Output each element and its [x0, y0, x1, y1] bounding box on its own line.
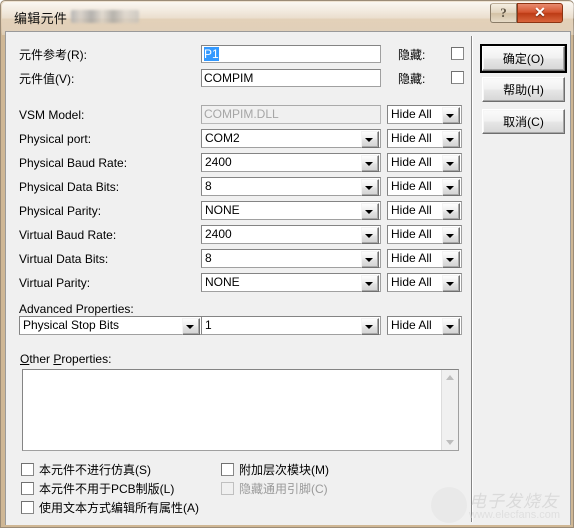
component-value-label: 元件值(V): — [19, 72, 75, 86]
property-value-text-5: 2400 — [205, 227, 232, 241]
checkbox-edit-all-as-text[interactable] — [21, 501, 34, 514]
property-value-combo-6[interactable]: 8 — [201, 249, 381, 268]
chevron-down-icon[interactable] — [442, 107, 460, 124]
property-value-text-4: NONE — [205, 203, 240, 217]
property-label-0: VSM Model: — [19, 108, 85, 122]
property-hide-text-5: Hide All — [391, 227, 432, 241]
hide-label-reference: 隐藏: — [398, 48, 426, 62]
hide-checkbox-value[interactable] — [451, 71, 464, 84]
chevron-down-icon[interactable] — [442, 318, 460, 335]
property-hide-combo-4[interactable]: Hide All — [387, 201, 462, 220]
advanced-property-hide-combo[interactable]: Hide All — [387, 316, 462, 335]
dialog-window: 编辑元件 ? ✕ 元件参考(R): P1 隐藏: 元件值(V): COMPIM … — [0, 0, 574, 528]
scroll-up-arrow-icon[interactable] — [442, 370, 458, 386]
window-title: 编辑元件 — [14, 11, 68, 26]
property-hide-text-1: Hide All — [391, 131, 432, 145]
property-value-text-7: NONE — [205, 275, 240, 289]
property-hide-combo-0[interactable]: Hide All — [387, 105, 462, 124]
property-label-1: Physical port: — [19, 132, 92, 146]
property-label-2: Physical Baud Rate: — [19, 156, 128, 170]
property-value-combo-1[interactable]: COM2 — [201, 129, 381, 148]
chevron-down-icon[interactable] — [361, 203, 379, 220]
chevron-down-icon[interactable] — [442, 155, 460, 172]
chevron-down-icon[interactable] — [182, 318, 200, 335]
panel-divider-highlight — [472, 36, 473, 522]
property-hide-combo-5[interactable]: Hide All — [387, 225, 462, 244]
checkbox-label-no-pcb: 本元件不用于PCB制版(L) — [39, 482, 175, 496]
cancel-button[interactable]: 取消(C) — [482, 109, 565, 134]
advanced-property-name-combo[interactable]: Physical Stop Bits — [19, 316, 202, 335]
property-label-6: Virtual Data Bits: — [19, 252, 109, 266]
component-reference-label: 元件参考(R): — [19, 48, 87, 62]
chevron-down-icon[interactable] — [442, 275, 460, 292]
component-reference-value: P1 — [204, 47, 219, 61]
property-value-combo-5[interactable]: 2400 — [201, 225, 381, 244]
property-value-combo-7[interactable]: NONE — [201, 273, 381, 292]
property-hide-text-7: Hide All — [391, 275, 432, 289]
property-hide-text-2: Hide All — [391, 155, 432, 169]
chevron-down-icon[interactable] — [442, 131, 460, 148]
property-value-text-6: 8 — [205, 251, 212, 265]
property-value-text-2: 2400 — [205, 155, 232, 169]
property-value-combo-3[interactable]: 8 — [201, 177, 381, 196]
advanced-property-value-text: 1 — [205, 318, 212, 332]
chevron-down-icon[interactable] — [442, 227, 460, 244]
close-window-button[interactable]: ✕ — [517, 3, 563, 23]
property-hide-text-3: Hide All — [391, 179, 432, 193]
advanced-property-hide-text: Hide All — [391, 318, 432, 332]
title-bar[interactable]: 编辑元件 ? ✕ — [1, 1, 574, 35]
property-hide-combo-3[interactable]: Hide All — [387, 177, 462, 196]
other-properties-textarea[interactable] — [22, 369, 459, 451]
property-hide-combo-1[interactable]: Hide All — [387, 129, 462, 148]
property-value-text-3: 8 — [205, 179, 212, 193]
other-properties-scrollbar[interactable] — [441, 370, 458, 450]
checkbox-label-hide-common-pins: 隐藏通用引脚(C) — [239, 482, 328, 496]
chevron-down-icon[interactable] — [442, 179, 460, 196]
checkbox-label-no-simulate: 本元件不进行仿真(S) — [39, 463, 151, 477]
help-button[interactable]: 帮助(H) — [482, 77, 565, 102]
checkbox-no-pcb[interactable] — [21, 482, 34, 495]
help-titlebar-button[interactable]: ? — [490, 3, 517, 23]
checkbox-label-edit-all-as-text: 使用文本方式编辑所有属性(A) — [39, 501, 199, 515]
property-hide-combo-2[interactable]: Hide All — [387, 153, 462, 172]
advanced-property-value-combo[interactable]: 1 — [201, 316, 381, 335]
scroll-down-arrow-icon[interactable] — [442, 434, 458, 450]
hide-label-value: 隐藏: — [398, 72, 426, 86]
chevron-down-icon[interactable] — [361, 275, 379, 292]
checkbox-attach-hierarchy-module[interactable] — [221, 463, 234, 476]
checkbox-label-attach-hierarchy-module: 附加层次模块(M) — [239, 463, 329, 477]
property-hide-text-0: Hide All — [391, 107, 432, 121]
chevron-down-icon[interactable] — [361, 318, 379, 335]
chevron-down-icon[interactable] — [361, 155, 379, 172]
checkbox-hide-common-pins — [221, 482, 234, 495]
component-value-input[interactable]: COMPIM — [201, 69, 381, 87]
property-value-0: COMPIM.DLL — [201, 105, 381, 124]
redacted-title-suffix — [71, 10, 139, 23]
chevron-down-icon[interactable] — [442, 203, 460, 220]
property-hide-combo-6[interactable]: Hide All — [387, 249, 462, 268]
other-properties-label: Other Properties: — [20, 352, 112, 366]
property-label-5: Virtual Baud Rate: — [19, 228, 117, 242]
hide-checkbox-reference[interactable] — [451, 47, 464, 60]
property-value-text-1: COM2 — [205, 131, 240, 145]
property-label-7: Virtual Parity: — [19, 276, 91, 290]
property-label-4: Physical Parity: — [19, 204, 102, 218]
component-reference-input[interactable]: P1 — [201, 45, 381, 63]
ok-button[interactable]: 确定(O) — [480, 44, 567, 73]
dialog-client-area: 元件参考(R): P1 隐藏: 元件值(V): COMPIM 隐藏: VSM M… — [5, 31, 571, 525]
chevron-down-icon[interactable] — [361, 179, 379, 196]
chevron-down-icon[interactable] — [361, 131, 379, 148]
property-value-combo-4[interactable]: NONE — [201, 201, 381, 220]
advanced-property-name-text: Physical Stop Bits — [23, 318, 120, 332]
property-hide-text-6: Hide All — [391, 251, 432, 265]
chevron-down-icon[interactable] — [361, 227, 379, 244]
chevron-down-icon[interactable] — [361, 251, 379, 268]
advanced-properties-label: Advanced Properties: — [19, 302, 134, 316]
property-value-combo-2[interactable]: 2400 — [201, 153, 381, 172]
chevron-down-icon[interactable] — [442, 251, 460, 268]
property-label-3: Physical Data Bits: — [19, 180, 120, 194]
property-hide-text-4: Hide All — [391, 203, 432, 217]
property-hide-combo-7[interactable]: Hide All — [387, 273, 462, 292]
checkbox-no-simulate[interactable] — [21, 463, 34, 476]
